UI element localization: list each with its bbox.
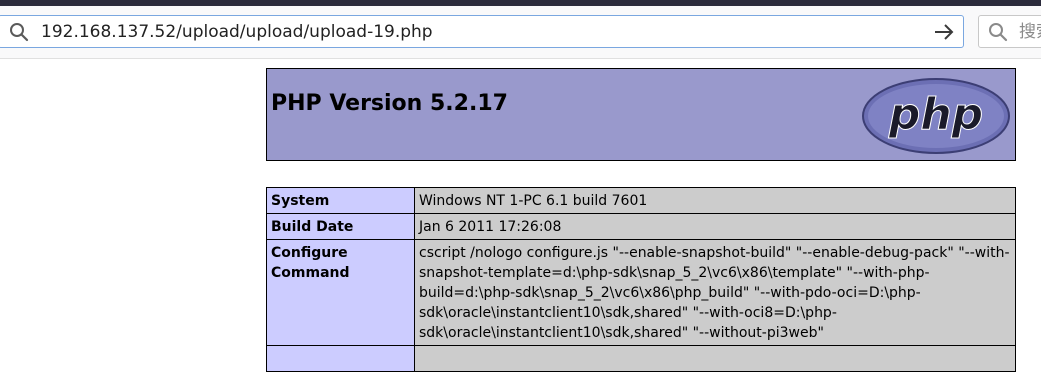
address-bar[interactable]: 192.168.137.52/upload/upload/upload-19.p… [0, 15, 964, 48]
table-row: Build Date Jan 6 2011 17:26:08 [266, 213, 1016, 240]
search-icon [989, 23, 1008, 42]
search-box-placeholder: 搜索 [1019, 22, 1041, 42]
row-value-build-date: Jan 6 2011 17:26:08 [414, 213, 1016, 240]
table-row: Configure Command cscript /nologo config… [266, 239, 1016, 346]
table-row [266, 345, 1016, 372]
row-label-configure-command: Configure Command [266, 239, 415, 346]
php-logo[interactable]: php [861, 77, 1011, 155]
table-row: System Windows NT 1-PC 6.1 build 7601 [266, 187, 1016, 214]
go-arrow-icon[interactable] [933, 22, 955, 42]
php-info-table: System Windows NT 1-PC 6.1 build 7601 Bu… [266, 187, 1016, 372]
browser-toolbar: 192.168.137.52/upload/upload/upload-19.p… [0, 6, 1041, 59]
php-version-title: PHP Version 5.2.17 [271, 91, 508, 116]
row-label-system: System [266, 187, 415, 214]
row-value-empty [414, 345, 1016, 372]
php-logo-text: php [888, 89, 983, 140]
php-version-header: PHP Version 5.2.17 php [266, 68, 1016, 161]
address-bar-url[interactable]: 192.168.137.52/upload/upload/upload-19.p… [41, 22, 433, 42]
row-value-configure-command: cscript /nologo configure.js "--enable-s… [414, 239, 1016, 346]
search-icon [10, 23, 29, 42]
search-box[interactable]: 搜索 [978, 15, 1041, 48]
row-value-system: Windows NT 1-PC 6.1 build 7601 [414, 187, 1016, 214]
row-label-build-date: Build Date [266, 213, 415, 240]
row-label-empty [266, 345, 415, 372]
